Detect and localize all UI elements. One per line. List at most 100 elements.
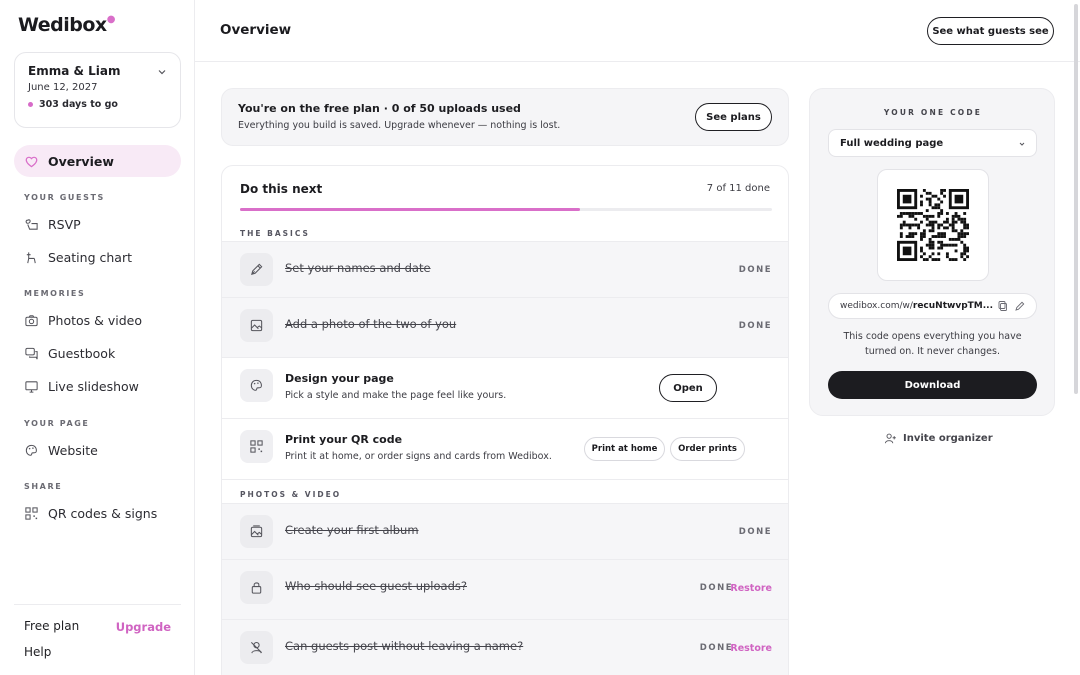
task-icon [240,430,273,463]
task-icon [240,309,273,342]
checklist-title: Do this next [240,182,323,196]
task-icon [240,515,273,548]
checklist-progress-fill [240,208,581,211]
sidebar-item-overview[interactable]: Overview [14,145,181,177]
print-at-home-button[interactable]: Print at home [584,437,665,461]
done-label: DONE [738,527,772,537]
task-row-photo[interactable]: Add a photo of the two of you DONE [222,297,788,357]
seating-icon [26,251,36,263]
camera-icon [25,314,38,326]
task-icon [240,631,273,664]
restore-link[interactable]: Restore [730,643,772,654]
sidebar-item-guestbook[interactable]: Guestbook [14,337,181,369]
task-row-names[interactable]: Set your names and date DONE [222,241,788,301]
qr-icon [25,506,38,520]
one-code-card: YOUR ONE CODE Full wedding page wedibox.… [809,88,1055,416]
qr-code-image [897,189,969,261]
pen-icon [251,263,263,275]
task-title: Can guests post without leaving a name? [285,639,524,653]
event-switcher[interactable]: Emma & Liam June 12, 2027 303 days to go [14,52,181,128]
plan-title: You're on the free plan · 0 of 50 upload… [238,102,521,115]
code-description: This code opens everything you have turn… [843,331,1022,357]
monitor-icon [25,380,38,393]
download-button[interactable]: Download [828,371,1037,399]
nav-section-share: SHARE [24,482,63,491]
task-description: Print it at home, or order signs and car… [285,451,552,462]
palette-icon [250,379,262,391]
qr-icon [250,440,263,453]
one-code-label: YOUR ONE CODE [883,108,983,117]
scrollbar[interactable] [1074,4,1078,394]
task-checklist: Do this next 7 of 11 done THE BASICS Set… [221,165,789,675]
task-title: Create your first album [285,523,419,537]
checklist-progress-bar [240,208,772,211]
see-plans-button[interactable]: See plans [695,103,772,131]
sidebar-item-seating[interactable]: Seating chart [14,241,181,273]
wedibox-logo[interactable]: Wedibox● [18,14,115,36]
edit-icon[interactable] [1014,300,1026,312]
event-countdown: 303 days to go [28,99,167,110]
task-description: Pick a style and make the page feel like… [285,390,507,401]
task-title: Design your page [285,372,394,385]
chat-icon [25,347,38,359]
top-header: Overview See what guests see [195,0,1080,62]
sidebar-item-photos[interactable]: Photos & video [14,304,181,336]
task-title: Who should see guest uploads? [285,579,467,593]
event-date: June 12, 2027 [28,82,98,93]
code-target-select[interactable]: Full wedding page [828,129,1037,157]
image-icon [250,319,263,332]
done-label: DONE [699,643,733,653]
task-row-uploads[interactable]: Who should see guest uploads? DONE Resto… [222,559,788,619]
task-row-anonymous[interactable]: Can guests post without leaving a name? … [222,619,788,675]
done-label: DONE [738,265,772,275]
task-icon [240,571,273,604]
sidebar-item-rsvp[interactable]: RSVP [14,208,181,240]
done-label: DONE [699,583,733,593]
task-title: Add a photo of the two of you [285,317,457,331]
copy-icon[interactable] [997,300,1009,312]
nav-section-page: YOUR PAGE [24,419,90,428]
task-row-design: Design your page Pick a style and make t… [222,357,788,417]
invite-organizer-link[interactable]: Invite organizer [884,432,993,445]
sidebar-item-website[interactable]: Website [14,434,181,466]
task-title: Print your QR code [285,433,403,446]
sidebar: Wedibox● Emma & Liam June 12, 2027 303 d… [0,0,195,675]
chevron-down-icon [158,70,166,75]
task-icon [240,369,273,402]
lock-icon [251,582,262,594]
user-off-icon [250,641,263,654]
done-label: DONE [738,321,772,331]
sidebar-item-slideshow[interactable]: Live slideshow [14,370,181,402]
group-label-photos: PHOTOS & VIDEO [240,490,342,499]
user-plus-icon [884,433,896,444]
page-title: Overview [220,22,292,38]
task-row-album[interactable]: Create your first album DONE [222,503,788,563]
restore-link[interactable]: Restore [730,583,772,594]
upgrade-link[interactable]: Upgrade [116,620,171,634]
envelope-heart-icon [25,218,38,230]
current-plan: Free plan [24,619,80,633]
sidebar-footer: Free plan Upgrade Help [14,604,181,659]
heart-icon [25,156,38,167]
qr-code [877,169,989,281]
task-row-print: Print your QR code Print it at home, or … [222,418,788,478]
nav-section-guests: YOUR GUESTS [24,193,105,202]
nav-section-memories: MEMORIES [24,289,86,298]
album-icon [250,525,263,538]
share-url: wedibox.com/w/recuNtwvpTM... [828,293,1037,319]
task-icon [240,253,273,286]
task-title: Set your names and date [285,261,431,275]
chevron-down-icon [1019,142,1025,146]
sidebar-item-qr[interactable]: QR codes & signs [14,497,181,529]
see-what-guests-see-button[interactable]: See what guests see [927,17,1054,45]
group-divider: PHOTOS & VIDEO [222,479,788,503]
group-label-basics: THE BASICS [240,229,310,238]
checklist-progress-text: 7 of 11 done [706,183,770,194]
plan-subtitle: Everything you build is saved. Upgrade w… [238,120,561,131]
plan-banner: You're on the free plan · 0 of 50 upload… [221,88,789,146]
help-link[interactable]: Help [24,645,51,659]
order-prints-button[interactable]: Order prints [670,437,745,461]
open-design-button[interactable]: Open [659,374,717,402]
palette-icon [25,444,37,456]
event-name: Emma & Liam [28,64,121,78]
